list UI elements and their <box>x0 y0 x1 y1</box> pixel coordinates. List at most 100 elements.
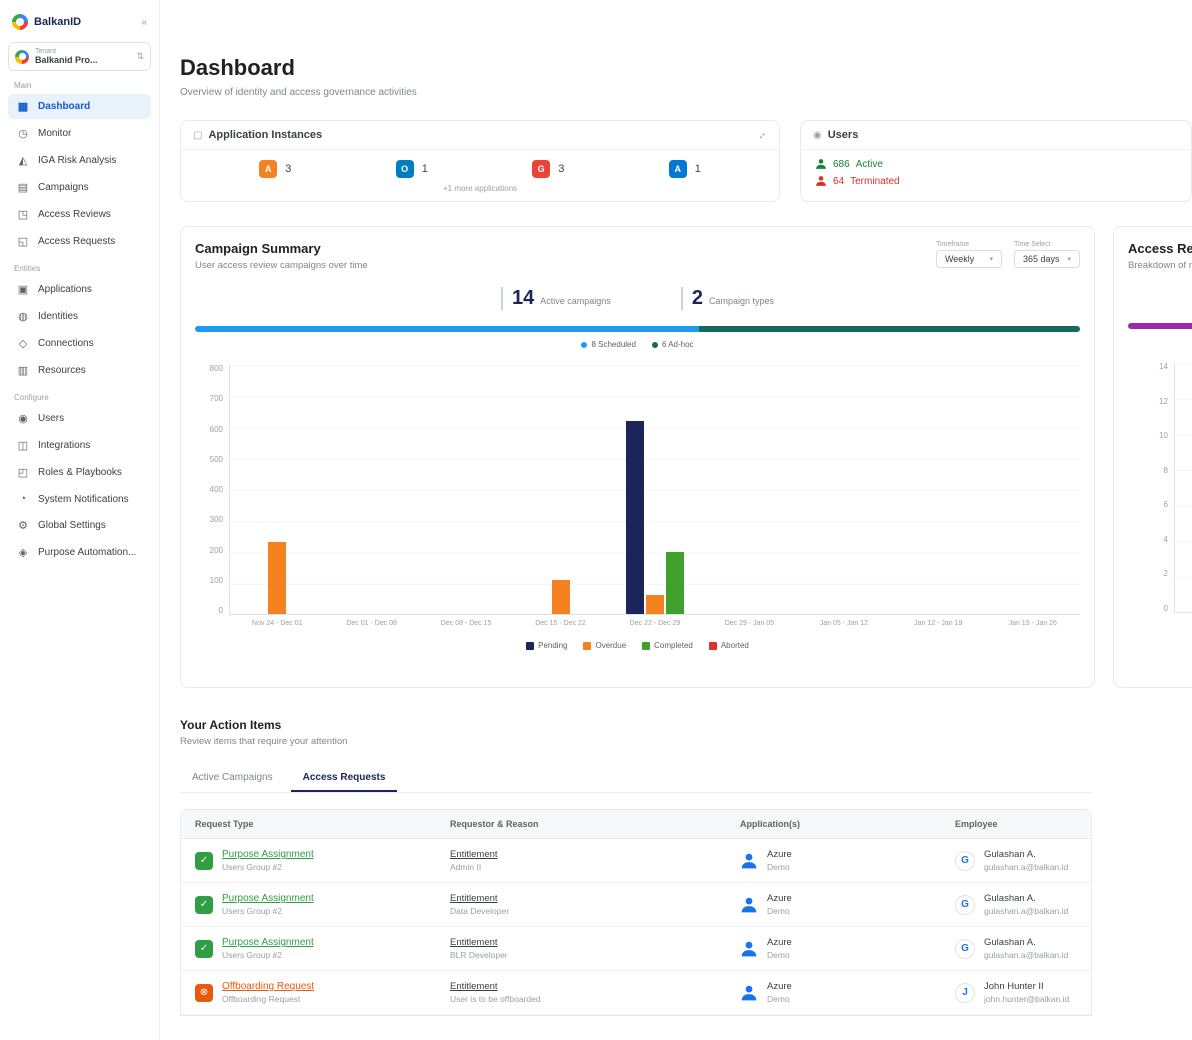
request-type-link[interactable]: Purpose Assignment <box>222 849 314 860</box>
request-reason: BLR Developer <box>450 950 508 960</box>
sidebar-item-access-requests[interactable]: ◱ Access Requests <box>8 229 151 254</box>
offboarding-request-icon: ⊗ <box>195 983 213 1002</box>
request-type-link[interactable]: Offboarding Request <box>222 981 314 992</box>
requestor-name[interactable]: Entitlement <box>450 893 740 904</box>
action-items-title: Your Action Items <box>180 718 282 732</box>
chart-category <box>513 365 607 614</box>
table-header-row: Request Type Requestor & Reason Applicatio… <box>181 810 1091 839</box>
sidebar-item-label: Access Requests <box>38 236 116 247</box>
sidebar-item-purpose-automation[interactable]: ◈ Purpose Automation... <box>8 540 151 565</box>
purpose-assignment-icon: ✓ <box>195 851 213 870</box>
requestor-name[interactable]: Entitlement <box>450 849 740 860</box>
sidebar-item-iga-risk-analysis[interactable]: ◭ IGA Risk Analysis <box>8 148 151 173</box>
chart-category <box>1175 363 1192 612</box>
tenant-selector[interactable]: Tenant Balkanid Pro... ⇅ <box>8 42 151 71</box>
app-instance-okta[interactable]: O1 <box>395 160 428 178</box>
legend-label: Completed <box>654 641 693 650</box>
sidebar-item-users[interactable]: ◉ Users <box>8 406 151 431</box>
sidebar-item-monitor[interactable]: ◷ Monitor <box>8 121 151 146</box>
campaigns-icon: ▤ <box>17 182 29 194</box>
balkanid-logo-icon <box>12 14 28 30</box>
column-header: Requestor & Reason <box>450 819 539 829</box>
app-instance-google-workspace[interactable]: G3 <box>532 160 564 178</box>
x-axis-label: Dec 15 - Dec 22 <box>535 620 586 627</box>
tab-active-campaigns[interactable]: Active Campaigns <box>180 765 285 792</box>
x-axis-label: Dec 22 - Dec 29 <box>629 620 681 627</box>
filter-select-timeframe[interactable]: Weekly ▾ <box>935 250 1002 268</box>
active-users-label: Active <box>855 158 883 170</box>
request-reason: Data Developer <box>450 906 510 916</box>
terminated-users-stat: 64 Terminated <box>815 175 1177 187</box>
employee-name: Gulashan A. <box>984 937 1036 948</box>
avatar: J <box>955 982 975 1003</box>
sidebar-item-dashboard[interactable]: ▦ Dashboard <box>8 94 151 119</box>
employee-name: Gulashan A. <box>984 893 1036 904</box>
sidebar-item-campaigns[interactable]: ▤ Campaigns <box>8 175 151 200</box>
campaign-stats: 14 Active campaigns 2 Campaign types <box>195 287 1080 310</box>
tab-access-requests[interactable]: Access Requests <box>290 765 398 792</box>
split-legend-item: 8 Scheduled <box>581 340 636 349</box>
x-axis-label: Jan 05 - Jan 12 <box>819 620 868 627</box>
table-row[interactable]: ✓ Purpose Assignment Users Group #2 Entitle… <box>181 839 1091 883</box>
table-row[interactable]: ✓ Purpose Assignment Users Group #2 Entitle… <box>181 927 1091 971</box>
access-requests-icon: ◱ <box>17 236 29 248</box>
sidebar-item-roles-playbooks[interactable]: ◰ Roles & Playbooks <box>8 460 151 485</box>
sidebar-item-label: Resources <box>38 365 86 376</box>
request-type-text: Purpose Assignment Users Group #2 <box>222 937 314 960</box>
sidebar-item-applications[interactable]: ▣ Applications <box>8 277 151 302</box>
chart-category <box>986 365 1080 614</box>
app-instance-azure[interactable]: A1 <box>668 160 701 178</box>
terminated-users-label: Terminated <box>850 175 900 187</box>
global-settings-icon: ⚙ <box>18 520 28 532</box>
action-items-subtitle: Review items that require your attention <box>180 736 348 747</box>
summary-cards-row: ▢ Application Instances ↔ A3O1G3A1 +1 mo… <box>180 120 1192 202</box>
y-axis-label: 2 <box>1163 569 1168 579</box>
y-axis-label: 800 <box>209 364 223 373</box>
application-text: Azure Demo <box>767 849 792 872</box>
request-reason: Admin II <box>450 862 482 872</box>
employee-text: Gulashan A. gulashan.a@balkan.id <box>984 937 1068 960</box>
app-instance-aws[interactable]: A3 <box>259 160 291 178</box>
campaign-summary-subtitle: User access review campaigns over time <box>195 260 368 271</box>
expand-icon[interactable]: ↔ <box>753 127 769 143</box>
sidebar-item-connections[interactable]: ◇ Connections <box>8 331 151 356</box>
request-type-link[interactable]: Purpose Assignment <box>222 893 314 904</box>
campaign-summary-card: Campaign Summary User access review camp… <box>180 226 1095 688</box>
chart-legend-item: Overdue <box>583 641 626 650</box>
table-row[interactable]: ✓ Purpose Assignment Users Group #2 Entitle… <box>181 883 1091 927</box>
filter-time-select: Time Select 365 days ▾ <box>1013 241 1080 268</box>
split-bar-segment <box>699 326 1080 332</box>
y-axis-label: 700 <box>209 394 223 404</box>
sidebar-item-access-reviews[interactable]: ◳ Access Reviews <box>8 202 151 227</box>
column-header: Employee <box>955 819 998 829</box>
app-instance-count: 3 <box>558 163 565 175</box>
requestor-name[interactable]: Entitlement <box>450 981 740 992</box>
sidebar-item-label: Connections <box>38 338 94 349</box>
terminated-users-count: 64 <box>833 175 845 187</box>
filter-select-time-select[interactable]: 365 days ▾ <box>1013 250 1080 268</box>
employee-cell: G Gulashan A. gulashan.a@balkan.id <box>955 937 1077 960</box>
sidebar-item-system-notifications[interactable]: ◔ System Notifications <box>8 487 151 511</box>
request-type-link[interactable]: Purpose Assignment <box>222 937 314 948</box>
requestor-name[interactable]: Entitlement <box>450 937 740 948</box>
legend-swatch <box>708 641 717 650</box>
y-axis-label: 300 <box>209 515 223 525</box>
access-requests-chart: 14 12 10 8 6 4 2 0 <box>1128 363 1192 613</box>
table-row[interactable]: ⊗ Offboarding Request Offboarding Request E… <box>181 971 1091 1015</box>
request-reason: User is to be offboarded <box>450 994 541 1004</box>
system-notifications-icon: ◔ <box>19 493 27 505</box>
bar-overdue <box>551 579 570 614</box>
request-type-cell: ✓ Purpose Assignment Users Group #2 <box>195 937 450 960</box>
collapse-sidebar-icon[interactable]: « <box>141 17 147 28</box>
sidebar-item-global-settings[interactable]: ⚙ Global Settings <box>8 513 151 538</box>
avatar: G <box>955 894 975 915</box>
main-content: Dashboard Overview of identity and acces… <box>160 0 1192 1040</box>
more-applications-text: +1 more applications <box>442 184 518 193</box>
application-sub: Demo <box>767 994 790 1004</box>
sidebar-item-integrations[interactable]: ◫ Integrations <box>8 433 151 458</box>
employee-name: Gulashan A. <box>984 849 1036 860</box>
sidebar-item-identities[interactable]: ◍ Identities <box>8 304 151 329</box>
sidebar-item-resources[interactable]: ▥ Resources <box>8 358 151 383</box>
campaign-split-legend: 8 Scheduled 6 Ad-hoc <box>195 340 1080 349</box>
chart-category <box>891 365 985 614</box>
